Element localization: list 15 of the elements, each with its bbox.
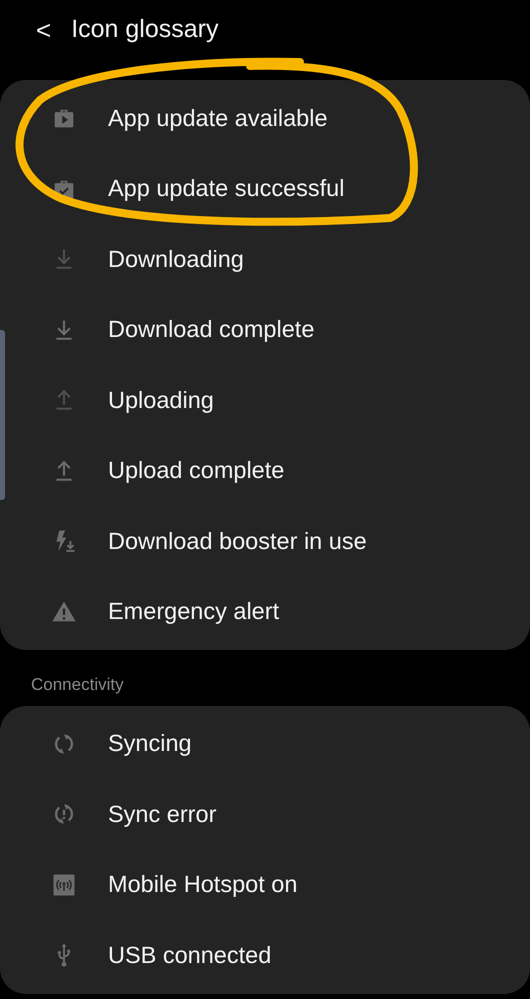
glossary-item-label: App update successful [108,174,344,204]
glossary-item-label: Sync error [108,800,216,829]
glossary-item-label: Download complete [108,315,314,344]
back-button[interactable]: < [30,17,58,43]
glossary-item-label: USB connected [108,940,272,970]
glossary-item-label: Mobile Hotspot on [108,870,298,900]
page-title: Icon glossary [71,14,218,46]
glossary-item-label: Emergency alert [108,597,280,626]
glossary-item-label: App update available [108,104,328,133]
glossary-item-label: Uploading [108,386,214,415]
glossary-item-label: Syncing [108,729,192,758]
glossary-item-label: Downloading [108,244,244,274]
glossary-item-label: Download booster in use [108,526,367,556]
glossary-item-label: Upload complete [108,456,284,486]
section-header: Connectivity [30,674,125,696]
